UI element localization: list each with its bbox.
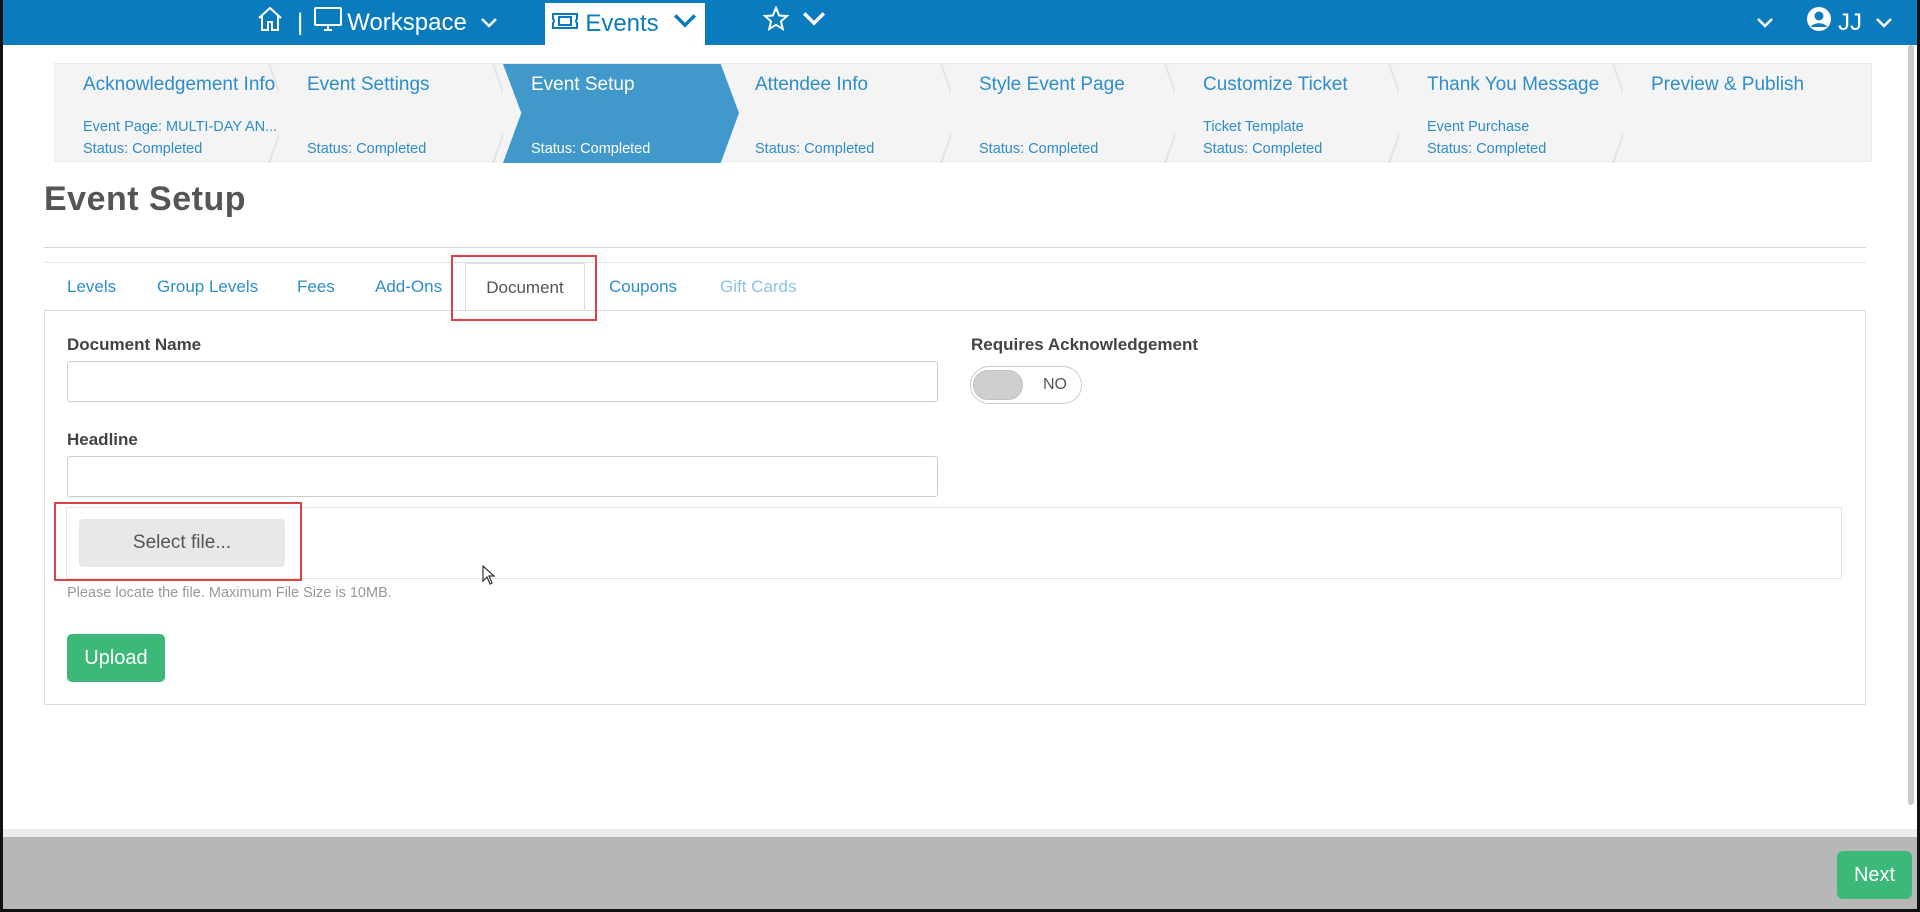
step-style-event-page[interactable]: Style Event Page Status: Completed <box>951 64 1175 163</box>
step-subtitle: Event Purchase <box>1427 119 1530 135</box>
workspace-menu-label[interactable]: Workspace <box>347 9 467 37</box>
step-title: Event Settings <box>307 74 430 95</box>
toggle-knob[interactable] <box>973 370 1023 400</box>
step-customize-ticket[interactable]: Customize Ticket Ticket Template Status:… <box>1175 64 1399 163</box>
setup-tabs: Levels Group Levels Fees Add-Ons Documen… <box>44 263 1866 311</box>
page-title: Event Setup <box>44 180 246 218</box>
chevron-down-icon[interactable] <box>1755 9 1775 37</box>
document-name-input[interactable] <box>67 361 938 402</box>
requires-acknowledgement-label: Requires Acknowledgement <box>971 335 1199 354</box>
toggle-state-text: NO <box>1043 376 1067 393</box>
tab-fees[interactable]: Fees <box>297 263 335 311</box>
tab-coupons[interactable]: Coupons <box>609 263 677 311</box>
events-menu-tab[interactable]: Events <box>545 3 705 45</box>
home-icon[interactable] <box>255 4 285 41</box>
step-status: Status: Completed <box>307 141 427 157</box>
step-title: Thank You Message <box>1427 74 1600 95</box>
step-status: Status: Completed <box>755 141 875 157</box>
step-subtitle: Event Page: MULTI-DAY AN... <box>83 119 278 135</box>
step-title: Attendee Info <box>755 74 869 95</box>
divider <box>44 247 1866 248</box>
step-attendee-info[interactable]: Attendee Info Status: Completed <box>727 64 951 163</box>
user-avatar-icon[interactable] <box>1806 6 1838 39</box>
user-menu[interactable]: JJ <box>1806 0 1894 45</box>
step-status: Status: Completed <box>1427 141 1547 157</box>
headline-input[interactable] <box>67 456 938 497</box>
highlight-box-document-tab <box>451 255 597 321</box>
step-thank-you-message[interactable]: Thank You Message Event Purchase Status:… <box>1399 64 1623 163</box>
step-title: Customize Ticket <box>1203 74 1348 95</box>
extra-menu[interactable] <box>1755 0 1775 45</box>
ticket-icon <box>551 10 585 38</box>
user-initials[interactable]: JJ <box>1838 9 1862 37</box>
chevron-down-icon[interactable] <box>659 10 699 38</box>
mouse-cursor-icon <box>482 565 496 585</box>
tab-gift-cards[interactable]: Gift Cards <box>720 263 797 311</box>
footer-bar <box>0 837 1920 912</box>
chevron-down-icon[interactable] <box>479 9 499 37</box>
chevron-down-icon[interactable] <box>800 5 828 40</box>
highlight-box-select-file <box>54 502 302 581</box>
events-menu-label[interactable]: Events <box>585 10 658 38</box>
headline-label: Headline <box>67 430 138 449</box>
favorites-menu[interactable] <box>762 0 828 45</box>
tab-group-levels[interactable]: Group Levels <box>157 263 258 311</box>
home-nav[interactable]: | Workspace <box>255 0 499 45</box>
step-title: Event Setup <box>531 74 635 95</box>
file-upload-area <box>66 507 1842 579</box>
step-status: Status: Completed <box>531 141 651 157</box>
step-preview-publish[interactable]: Preview & Publish <box>1623 64 1871 163</box>
step-subtitle: Ticket Template <box>1203 119 1304 135</box>
step-status: Status: Completed <box>1203 141 1323 157</box>
file-help-text: Please locate the file. Maximum File Siz… <box>67 585 392 601</box>
upload-button[interactable]: Upload <box>67 634 165 682</box>
step-event-settings[interactable]: Event Settings Status: Completed <box>279 64 503 163</box>
chevron-down-icon[interactable] <box>1874 9 1894 37</box>
step-status: Status: Completed <box>83 141 203 157</box>
requires-acknowledgement-toggle[interactable]: NO <box>970 366 1082 404</box>
monitor-icon <box>313 5 343 40</box>
tab-levels[interactable]: Levels <box>67 263 116 311</box>
wizard-steps: Acknowledgement Info Event Page: MULTI-D… <box>54 63 1872 163</box>
tab-add-ons[interactable]: Add-Ons <box>375 263 442 311</box>
step-title: Preview & Publish <box>1651 74 1805 95</box>
next-button[interactable]: Next <box>1837 851 1912 899</box>
nav-separator: | <box>297 8 304 36</box>
vertical-scrollbar[interactable] <box>1908 45 1914 805</box>
top-nav-bar: | Workspace Events JJ <box>0 0 1920 45</box>
step-status: Status: Completed <box>979 141 1099 157</box>
step-title: Style Event Page <box>979 74 1125 95</box>
footer-divider <box>0 829 1920 837</box>
step-acknowledgement-info[interactable]: Acknowledgement Info Event Page: MULTI-D… <box>55 64 279 163</box>
step-title: Acknowledgement Info <box>83 74 276 95</box>
document-name-label: Document Name <box>67 335 202 354</box>
step-event-setup[interactable]: Event Setup Status: Completed <box>503 64 739 163</box>
star-icon[interactable] <box>762 5 790 40</box>
